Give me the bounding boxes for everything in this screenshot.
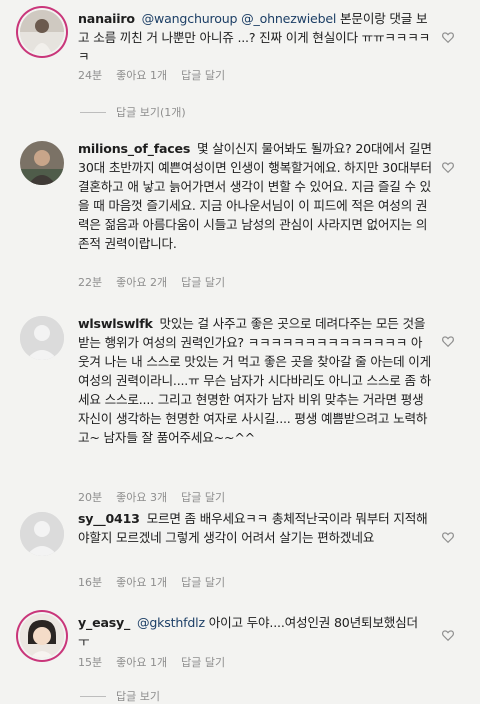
mention-link[interactable]: @wangchuroup [142,11,238,26]
default-avatar-icon [20,316,64,360]
mention-link[interactable]: @_ohnezwiebel [241,11,336,26]
avatar[interactable] [20,614,64,658]
avatar[interactable] [20,316,64,360]
reply-button[interactable]: 답글 달기 [181,489,225,505]
comment-time: 22분 [78,276,103,289]
avatar-image [20,614,64,658]
comment-username[interactable]: sy__0413 [78,511,140,526]
like-button[interactable] [441,628,455,642]
comment-time: 20분 [78,491,103,504]
reply-button[interactable]: 답글 달기 [181,654,225,670]
view-replies-button[interactable]: 답글 보기(1개) [80,104,186,120]
comment-text: milions_of_faces 몇 살이신지 물어봐도 될까요? 20대에서 … [78,139,433,253]
replies-divider [80,111,106,113]
likes-count[interactable]: 좋아요 1개 [116,654,167,670]
like-button[interactable] [441,160,455,174]
comment-text: sy__0413 모르면 좀 배우세요ㅋㅋ 총체적난국이라 뭐부터 지적해야할지… [78,509,433,547]
mention-link[interactable]: @gksthfdlz [137,615,205,630]
heart-outline-icon [442,630,454,642]
heart-outline-icon [442,336,454,348]
comment-time: 15분 [78,656,103,669]
comment-meta: 15분 좋아요 1개 답글 달기 [78,654,225,670]
replies-divider [80,695,106,697]
likes-count[interactable]: 좋아요 1개 [116,67,167,83]
comment-meta: 22분 좋아요 2개 답글 달기 [78,274,225,290]
reply-button[interactable]: 답글 달기 [181,574,225,590]
avatar-image [20,141,64,185]
comment-body: 맛있는 걸 사주고 좋은 곳으로 데려다주는 모든 것을 받는 행위가 여성의 … [78,316,432,445]
comment-username[interactable]: nanaiiro [78,11,135,26]
comment-body: 몇 살이신지 물어봐도 될까요? 20대에서 길면 30대 초반까지 예쁜여성이… [78,141,432,251]
reply-button[interactable]: 답글 달기 [181,67,225,83]
avatar-image [20,10,64,54]
heart-outline-icon [442,162,454,174]
likes-count[interactable]: 좋아요 3개 [116,489,167,505]
comment-username[interactable]: wlswlswlfk [78,316,153,331]
comment-time: 24분 [78,69,103,82]
reply-button[interactable]: 답글 달기 [181,274,225,290]
comment-username[interactable]: y_easy_ [78,615,130,630]
comment-body: 본문이랑 [340,11,386,26]
comment-text: nanaiiro @wangchuroup @_ohnezwiebel 본문이랑… [78,9,433,66]
like-button[interactable] [441,530,455,544]
avatar[interactable] [20,512,64,556]
comment-time: 16분 [78,576,103,589]
comment-text: y_easy_ @gksthfdlz 아이고 두야....여성인권 80년퇴보했… [78,613,433,651]
avatar[interactable] [20,141,64,185]
like-button[interactable] [441,30,455,44]
heart-outline-icon [442,32,454,44]
comment-meta: 20분 좋아요 3개 답글 달기 [78,489,225,505]
comment-text: wlswlswlfk 맛있는 걸 사주고 좋은 곳으로 데려다주는 모든 것을 … [78,314,433,447]
comment-username[interactable]: milions_of_faces [78,141,190,156]
likes-count[interactable]: 좋아요 1개 [116,574,167,590]
default-avatar-icon [20,512,64,556]
comment-meta: 24분 좋아요 1개 답글 달기 [78,67,225,83]
heart-outline-icon [442,532,454,544]
avatar[interactable] [20,10,64,54]
like-button[interactable] [441,334,455,348]
comment-meta: 16분 좋아요 1개 답글 달기 [78,574,225,590]
likes-count[interactable]: 좋아요 2개 [116,274,167,290]
view-replies-label: 답글 보기(1개) [116,106,186,119]
